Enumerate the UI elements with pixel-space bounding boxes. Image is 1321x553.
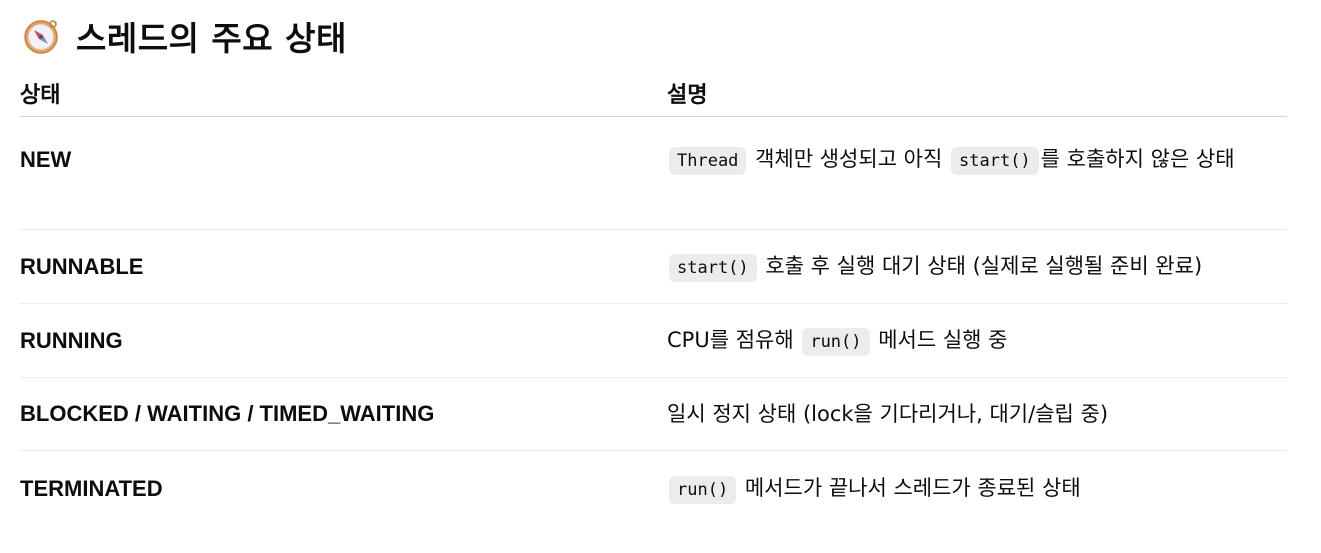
compass-icon	[22, 17, 60, 55]
inline-code: run()	[669, 476, 737, 504]
description-text: 메서드 실행 중	[871, 327, 1008, 352]
column-header-state: 상태	[20, 83, 61, 108]
description-cell: start() 호출 후 실행 대기 상태 (실제로 실행될 준비 완료)	[667, 247, 1287, 287]
column-header-description: 설명	[667, 83, 708, 108]
description-text: 일시 정지 상태 (lock을 기다리거나, 대기/슬립 중)	[667, 402, 1109, 426]
description-text: 메서드가 끝나서 스레드가 종료된 상태	[738, 476, 1081, 500]
inline-code: start()	[669, 253, 757, 282]
description-text: 를 호출하지 않은 상태	[1040, 147, 1235, 171]
inline-code: Thread	[669, 147, 747, 175]
description-cell: run() 메서드가 끝나서 스레드가 종료된 상태	[667, 469, 1287, 509]
section-heading: 스레드의 주요 상태	[22, 12, 347, 60]
inline-code: run()	[802, 327, 870, 356]
description-cell: CPU를 점유해 run() 메서드 실행 중	[667, 321, 1287, 361]
inline-code: start()	[951, 147, 1039, 175]
description-text: CPU를 점유해	[667, 327, 801, 352]
table-header-row: 상태 설명	[20, 70, 1287, 117]
state-cell: RUNNABLE	[20, 253, 144, 279]
description-cell: Thread 객체만 생성되고 아직 start() 를 호출하지 않은 상태	[667, 139, 1287, 229]
table-row: BLOCKED / WAITING / TIMED_WAITING 일시 정지 …	[20, 378, 1287, 451]
table-row: RUNNING CPU를 점유해 run() 메서드 실행 중	[20, 304, 1287, 378]
description-cell: 일시 정지 상태 (lock을 기다리거나, 대기/슬립 중)	[667, 395, 1287, 433]
description-text: 객체만 생성되고 아직	[748, 147, 950, 171]
table-row: TERMINATED run() 메서드가 끝나서 스레드가 종료된 상태	[20, 451, 1287, 527]
state-cell: BLOCKED / WAITING / TIMED_WAITING	[20, 401, 435, 426]
page-title: 스레드의 주요 상태	[76, 19, 347, 58]
table-row: NEW Thread 객체만 생성되고 아직 start() 를 호출하지 않은 …	[20, 117, 1287, 230]
state-cell: RUNNING	[20, 327, 123, 353]
table-row: RUNNABLE start() 호출 후 실행 대기 상태 (실제로 실행될 …	[20, 230, 1287, 304]
thread-states-table: 상태 설명 NEW Thread 객체만 생성되고 아직 start() 를 호출…	[20, 70, 1287, 527]
description-text: 호출 후 실행 대기 상태 (실제로 실행될 준비 완료)	[758, 253, 1203, 278]
state-cell: TERMINATED	[20, 476, 163, 501]
state-cell: NEW	[20, 147, 72, 172]
